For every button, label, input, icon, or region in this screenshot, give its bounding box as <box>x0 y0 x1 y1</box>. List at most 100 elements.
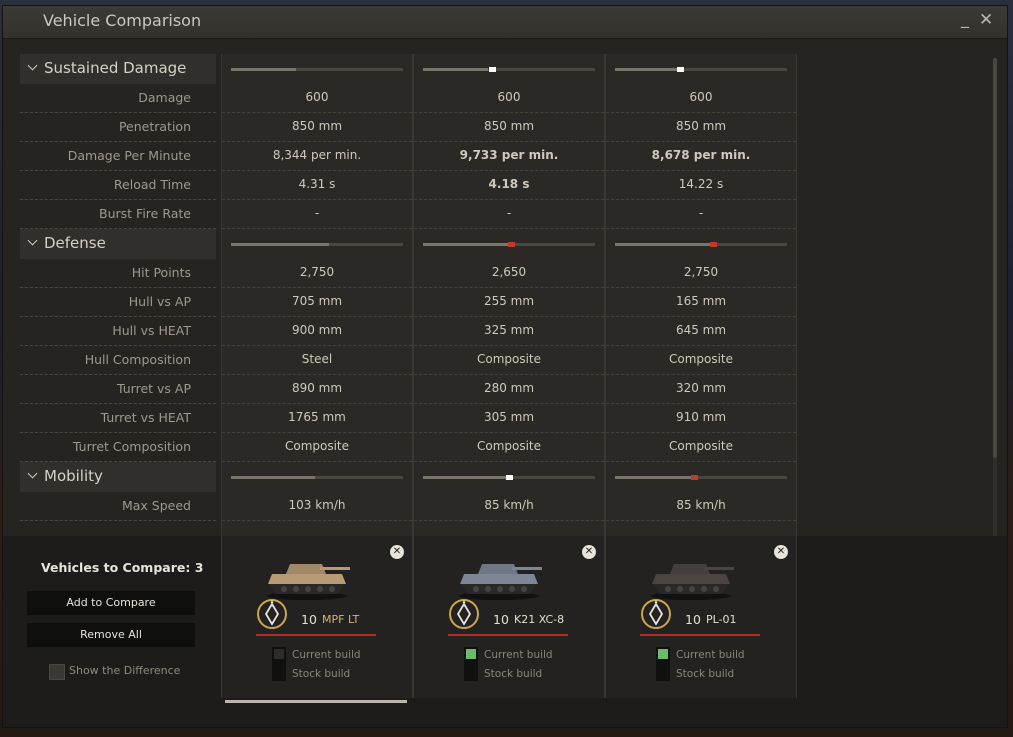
vehicle-tier: 10 <box>493 612 509 627</box>
build-switch[interactable] <box>464 647 478 681</box>
section-header[interactable]: Sustained Damage <box>20 54 216 84</box>
stat-value: 165 mm <box>675 294 727 308</box>
stat-value: 2,650 <box>491 265 527 279</box>
chevron-down-icon[interactable] <box>27 60 38 71</box>
stat-value-row: - <box>606 200 796 229</box>
comparison-bar-track <box>423 475 595 480</box>
stat-value-row: - <box>222 200 412 229</box>
stat-label: Burst Fire Rate <box>99 206 191 221</box>
stat-value: - <box>698 206 704 220</box>
remove-vehicle-icon[interactable]: ✕ <box>774 545 788 559</box>
build-switch[interactable] <box>656 647 670 681</box>
stat-label: Hull Composition <box>84 352 191 367</box>
stat-value: 850 mm <box>291 119 343 133</box>
section-comparison-bar <box>414 462 604 492</box>
comparison-bar-marker <box>506 475 513 480</box>
comparison-bar-track <box>615 475 787 480</box>
vehicle-card: ✕ 10 K21 XC-8 Current build Stock build <box>413 536 605 698</box>
build-switch[interactable] <box>272 647 286 681</box>
remove-all-button[interactable]: Remove All <box>27 623 195 647</box>
section-comparison-bar <box>414 229 604 259</box>
rank-badge-icon <box>449 598 479 630</box>
stat-label-row: Hull vs AP <box>20 288 216 317</box>
stat-label-row: Damage Per Minute <box>20 142 216 171</box>
stat-value-row: Composite <box>222 433 412 462</box>
stat-value-row: 280 mm <box>414 375 604 404</box>
minimize-icon[interactable]: _ <box>961 9 969 28</box>
stock-build-label[interactable]: Stock build <box>484 668 542 680</box>
stat-value-row: 14.22 s <box>606 171 796 200</box>
comparison-bar-track <box>615 242 787 247</box>
stat-value-row: 103 km/h <box>222 492 412 521</box>
stat-value: 910 mm <box>675 410 727 424</box>
comparison-bar-fill <box>423 68 489 71</box>
comparison-bar-marker <box>507 242 515 247</box>
comparison-bar-fill <box>231 476 316 479</box>
stat-label: Hit Points <box>131 265 191 280</box>
show-difference-label: Show the Difference <box>69 664 181 677</box>
stat-label-row: Hit Points <box>20 259 216 288</box>
stat-value-row: 255 mm <box>414 288 604 317</box>
stat-value-row: 4.18 s <box>414 171 604 200</box>
vertical-scrollbar[interactable] <box>993 58 997 458</box>
horizontal-scrollbar[interactable] <box>225 700 407 703</box>
stat-value: 9,733 per min. <box>459 148 559 162</box>
stat-value: 1765 mm <box>288 410 346 424</box>
vehicle-tier: 10 <box>301 612 317 627</box>
stat-value-row: Composite <box>414 346 604 375</box>
vehicle-underline <box>256 634 376 636</box>
section-comparison-bar <box>222 462 412 492</box>
stat-label: Penetration <box>118 119 191 134</box>
stat-value-row: 900 mm <box>222 317 412 346</box>
stat-value-row: 9,733 per min. <box>414 142 604 171</box>
remove-vehicle-icon[interactable]: ✕ <box>582 545 596 559</box>
tank-image <box>454 546 544 602</box>
remove-vehicle-icon[interactable]: ✕ <box>390 545 404 559</box>
stat-value: Composite <box>668 352 734 366</box>
section-comparison-bar <box>606 462 796 492</box>
current-build-label[interactable]: Current build <box>676 649 745 661</box>
stat-value: 320 mm <box>675 381 727 395</box>
chevron-down-icon[interactable] <box>27 468 38 479</box>
close-icon[interactable]: ✕ <box>979 10 993 30</box>
stock-build-label[interactable]: Stock build <box>676 668 734 680</box>
comparison-bar-track <box>423 242 595 247</box>
stat-value-row: 600 <box>606 84 796 113</box>
chevron-down-icon[interactable] <box>27 235 38 246</box>
stat-value: 600 <box>497 90 521 104</box>
stat-labels-column: Sustained Damage Damage Penetration Damage … <box>20 54 216 521</box>
comparison-bar-track <box>231 68 403 71</box>
comparison-bar-fill <box>615 68 681 71</box>
stat-value: 890 mm <box>291 381 343 395</box>
stat-value-row: 8,344 per min. <box>222 142 412 171</box>
vehicle-name: PL-01 <box>706 613 737 626</box>
stat-label: Turret vs AP <box>117 381 191 396</box>
comparison-bar-marker <box>710 242 718 247</box>
section-header[interactable]: Defense <box>20 229 216 259</box>
stat-value: 2,750 <box>683 265 719 279</box>
stat-value: Composite <box>668 439 734 453</box>
add-to-compare-button[interactable]: Add to Compare <box>27 591 195 615</box>
section-comparison-bar <box>414 54 604 84</box>
section-comparison-bar <box>222 229 412 259</box>
current-build-label[interactable]: Current build <box>484 649 553 661</box>
current-build-label[interactable]: Current build <box>292 649 361 661</box>
stat-label: Reload Time <box>113 177 191 192</box>
stat-value-row: 85 km/h <box>606 492 796 521</box>
section-header[interactable]: Mobility <box>20 462 216 492</box>
section-title: Mobility <box>44 467 103 485</box>
show-difference-checkbox[interactable] <box>49 664 65 680</box>
stat-value: Composite <box>284 439 350 453</box>
stat-value-row: 1765 mm <box>222 404 412 433</box>
stat-value: 325 mm <box>483 323 535 337</box>
stat-label-row: Turret vs HEAT <box>20 404 216 433</box>
stat-value-row: Composite <box>414 433 604 462</box>
stat-label: Damage <box>138 90 191 105</box>
stat-value: 4.18 s <box>488 177 530 191</box>
vehicles-to-compare-title: Vehicles to Compare: 3 <box>41 560 204 575</box>
stock-build-label[interactable]: Stock build <box>292 668 350 680</box>
stat-value: 850 mm <box>675 119 727 133</box>
stat-value: 600 <box>689 90 713 104</box>
comparison-bar-marker <box>691 475 699 480</box>
stat-label-row: Hull Composition <box>20 346 216 375</box>
